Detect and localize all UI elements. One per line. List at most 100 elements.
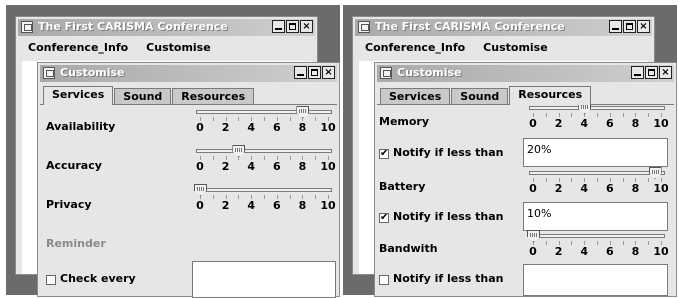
privacy-slider[interactable]: 0 2 4 6 8 10	[194, 184, 336, 214]
slider-tick-label: 2	[554, 117, 563, 130]
main-titlebar[interactable]: The First CARISMA Conference	[18, 19, 315, 36]
slider-tick	[622, 241, 624, 245]
tab-resources[interactable]: Resources	[509, 86, 592, 105]
dialog-title: Customise	[60, 66, 125, 79]
slider-tick	[289, 156, 291, 160]
slider-thumb[interactable]	[194, 184, 207, 196]
slider-thumb[interactable]	[527, 230, 540, 242]
slider-tick	[597, 241, 598, 245]
app-icon	[43, 67, 55, 79]
memory-notify-checkbox[interactable]: ✔	[379, 149, 389, 159]
slider-tick-label: 10	[653, 182, 669, 195]
slider-tick-label: 2	[221, 121, 230, 134]
slider-tick	[264, 156, 265, 160]
battery-notify-checkbox[interactable]: ✔	[379, 213, 389, 223]
memory-notify-label: Notify if less than	[393, 146, 504, 159]
bandwith-slider[interactable]: 0 2 4 6 8 10	[527, 230, 669, 260]
slider-track[interactable]	[529, 106, 665, 110]
slider-tick	[212, 195, 214, 199]
check-every-input[interactable]	[192, 261, 336, 298]
maximize-icon[interactable]	[623, 20, 636, 33]
main-window-title: The First CARISMA Conference	[375, 20, 565, 33]
main-titlebar[interactable]: The First CARISMA Conference	[355, 19, 652, 36]
maximize-icon[interactable]	[286, 20, 299, 33]
slider-tick	[238, 195, 240, 199]
memory-threshold-input[interactable]: 20%	[523, 138, 668, 167]
availability-slider[interactable]: 0 2 4 6 8 10	[196, 106, 336, 136]
slider-tick	[212, 156, 214, 160]
minimize-icon[interactable]	[609, 20, 622, 33]
slider-tick	[212, 117, 214, 121]
menubar: Conference_Info Customise	[18, 38, 315, 58]
menu-conference-info[interactable]: Conference_Info	[18, 38, 136, 58]
slider-thumb[interactable]	[648, 167, 662, 179]
close-icon[interactable]	[659, 66, 672, 79]
close-icon[interactable]	[322, 66, 335, 79]
slider-tick	[289, 195, 291, 199]
menu-customise[interactable]: Customise	[473, 38, 556, 58]
slider-tick	[648, 113, 650, 117]
memory-slider[interactable]: 0 2 4 6 8 10	[529, 102, 669, 132]
slider-tick-label: 6	[272, 199, 281, 212]
minimize-icon[interactable]	[294, 66, 307, 79]
tab-resources[interactable]: Resources	[172, 88, 255, 105]
tab-sound[interactable]: Sound	[114, 88, 172, 105]
tab-sound[interactable]: Sound	[451, 88, 509, 105]
tab-services[interactable]: Services	[380, 88, 451, 105]
customise-dialog: Customise Services Sound Resources Avail…	[37, 62, 340, 298]
dialog-titlebar[interactable]: Customise	[377, 65, 674, 82]
memory-label: Memory	[379, 115, 430, 128]
maximize-icon[interactable]	[308, 66, 321, 79]
battery-notify-label: Notify if less than	[393, 210, 504, 223]
minimize-icon[interactable]	[272, 20, 285, 33]
slider-tick	[545, 241, 547, 245]
slider-tick-label: 2	[221, 199, 230, 212]
accuracy-slider[interactable]: 0 2 4 6 8 10	[196, 145, 336, 175]
dialog-titlebar[interactable]: Customise	[40, 65, 337, 82]
slider-tick-label: 6	[272, 121, 281, 134]
slider-tick-label: 2	[554, 245, 563, 258]
bandwith-threshold-input[interactable]	[523, 264, 668, 296]
slider-tick-label: 10	[653, 117, 669, 130]
slider-tick	[264, 195, 265, 199]
slider-tick	[597, 178, 598, 182]
accuracy-label: Accuracy	[46, 159, 102, 172]
slider-tick-label: 6	[605, 117, 614, 130]
menubar: Conference_Info Customise	[355, 38, 652, 58]
slider-track[interactable]	[196, 149, 332, 153]
slider-tick	[545, 178, 547, 182]
slider-tick-label: 4	[247, 160, 256, 173]
battery-slider[interactable]: 0 2 4 6 8 10	[529, 167, 669, 197]
slider-tick-label: 10	[320, 121, 336, 134]
menu-customise[interactable]: Customise	[136, 38, 219, 58]
slider-tick	[571, 113, 573, 117]
battery-threshold-input[interactable]: 10%	[523, 202, 668, 231]
tab-services[interactable]: Services	[43, 86, 114, 105]
slider-track[interactable]	[196, 188, 332, 192]
customise-dialog: Customise Services Sound Resources Memor…	[374, 62, 677, 297]
slider-tick-label: 4	[247, 121, 256, 134]
close-icon[interactable]	[300, 20, 313, 33]
slider-tick	[238, 117, 240, 121]
slider-tick-label: 0	[196, 199, 204, 212]
app-icon	[380, 67, 392, 79]
slider-track[interactable]	[196, 110, 332, 114]
maximize-icon[interactable]	[645, 66, 658, 79]
slider-track[interactable]	[529, 234, 665, 238]
slider-tick	[622, 178, 624, 182]
slider-tick-label: 4	[247, 199, 256, 212]
check-every-label: Check every	[60, 272, 136, 285]
slider-tick-label: 6	[272, 160, 281, 173]
slider-thumb[interactable]	[296, 106, 310, 118]
menu-conference-info[interactable]: Conference_Info	[355, 38, 473, 58]
bandwith-notify-checkbox[interactable]	[379, 275, 389, 285]
close-icon[interactable]	[637, 20, 650, 33]
slider-tick-label: 6	[605, 245, 614, 258]
availability-label: Availability	[46, 120, 116, 133]
slider-track[interactable]	[529, 171, 665, 175]
check-every-checkbox[interactable]	[46, 275, 56, 285]
minimize-icon[interactable]	[631, 66, 644, 79]
slider-tick-label: 0	[529, 117, 537, 130]
slider-thumb[interactable]	[232, 145, 246, 157]
bandwith-label: Bandwith	[379, 242, 438, 255]
